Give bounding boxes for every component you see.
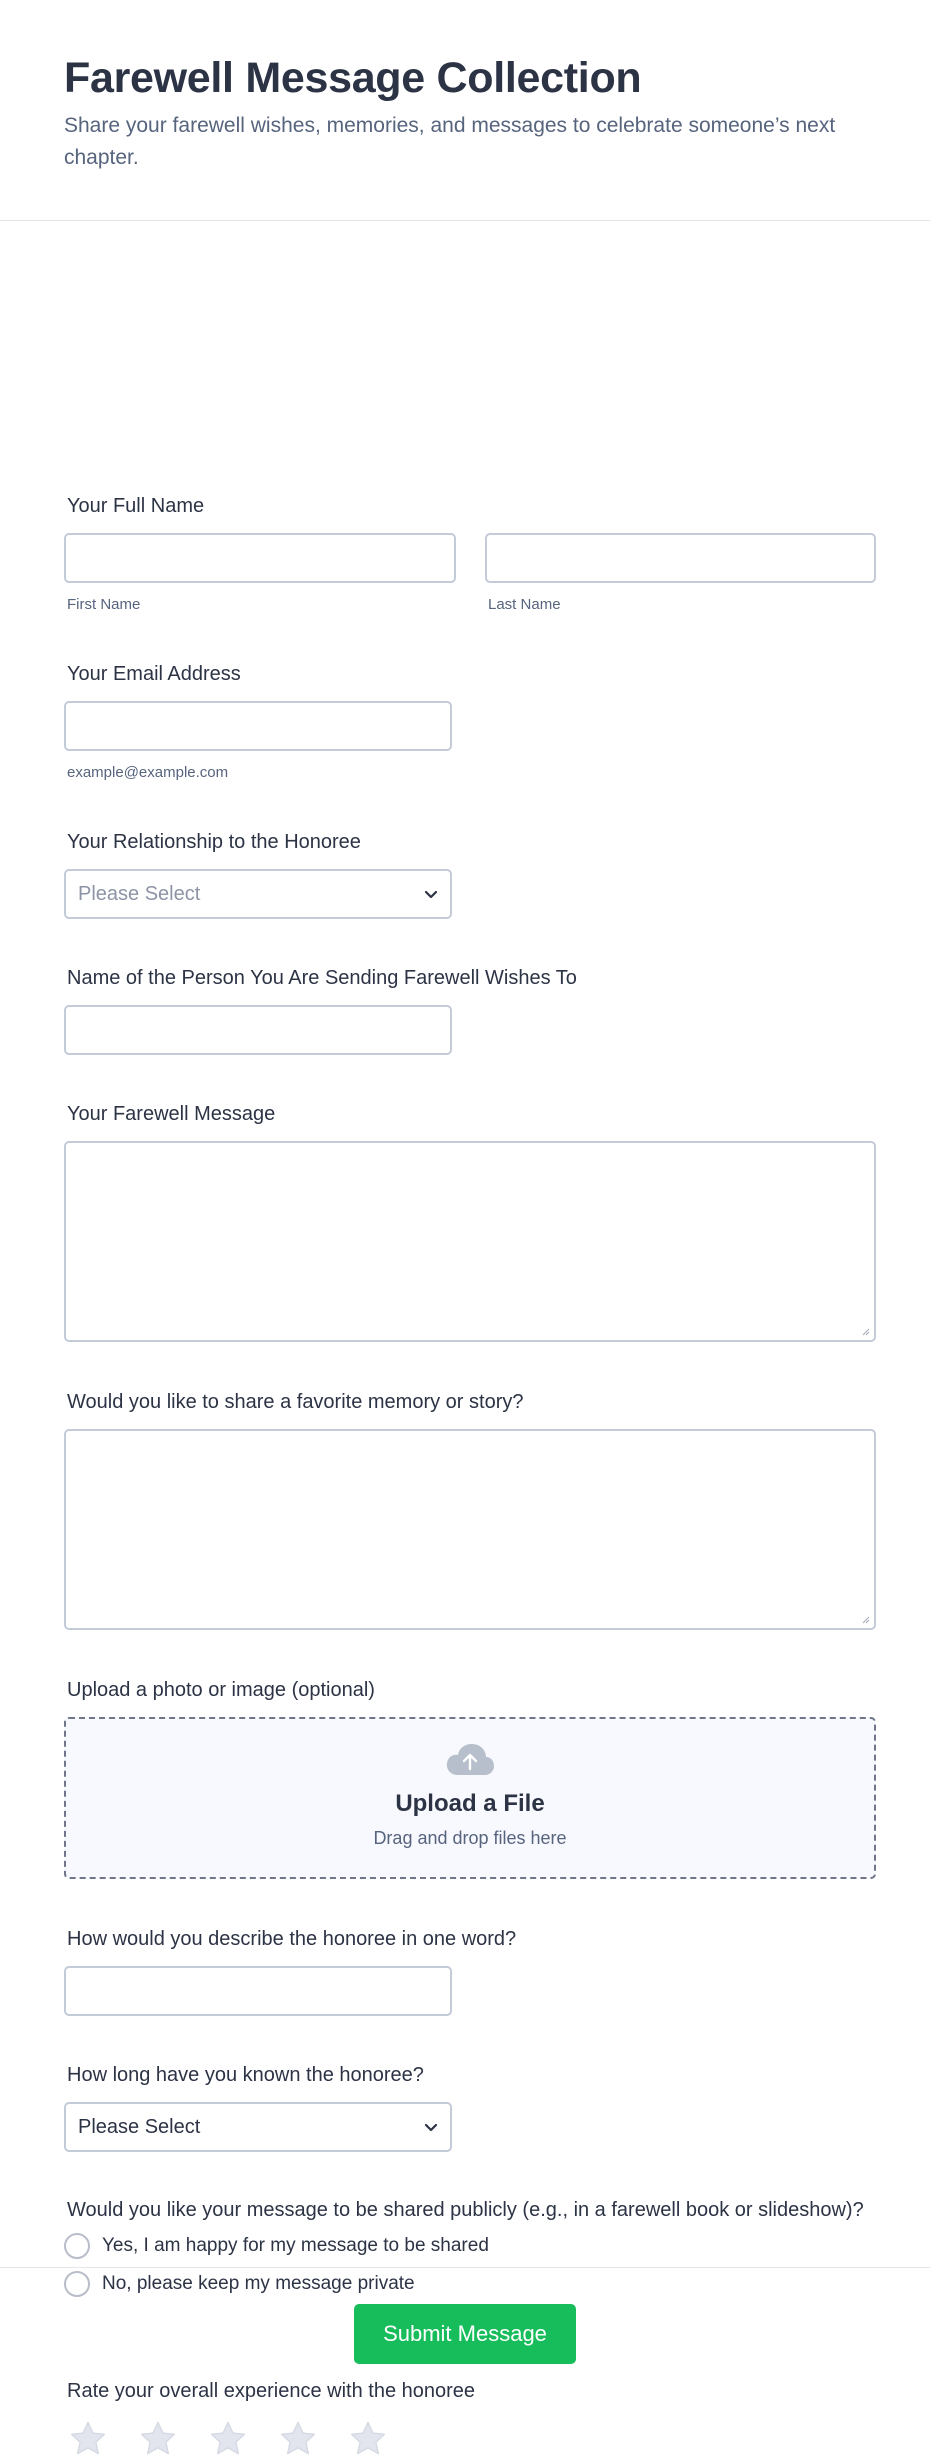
known-duration-selected: Please Select: [78, 2115, 201, 2138]
share-yes-option[interactable]: Yes, I am happy for my message to be sha…: [64, 2233, 864, 2259]
message-textarea[interactable]: [64, 1141, 876, 1342]
known-duration-field: How long have you known the honoree? Ple…: [64, 2062, 452, 2152]
chevron-down-icon: [424, 887, 438, 901]
email-field: Your Email Address example@example.com: [64, 661, 452, 781]
cloud-upload-icon: [445, 1743, 495, 1782]
honoree-name-field: Name of the Person You Are Sending Farew…: [64, 965, 577, 1055]
known-duration-select[interactable]: Please Select: [64, 2102, 452, 2152]
page-subtitle: Share your farewell wishes, memories, an…: [64, 114, 836, 169]
message-label: Your Farewell Message: [67, 1103, 276, 1125]
upload-field: Upload a photo or image (optional) Uploa…: [64, 1677, 876, 1879]
full-name-field: Your Full Name First Name Last Name: [64, 493, 876, 613]
relationship-label: Your Relationship to the Honoree: [67, 831, 361, 853]
resize-grip-icon[interactable]: [860, 1614, 870, 1624]
relationship-selected: Please Select: [78, 882, 201, 905]
email-label: Your Email Address: [67, 663, 241, 685]
one-word-field: How would you describe the honoree in on…: [64, 1926, 516, 2016]
upload-hint: Drag and drop files here: [373, 1828, 567, 1848]
message-field: Your Farewell Message: [64, 1101, 876, 1342]
upload-title: Upload a File: [395, 1790, 545, 1817]
email-sublabel: example@example.com: [67, 764, 229, 781]
share-publicly-label: Would you like your message to be shared…: [67, 2199, 864, 2221]
last-name-sublabel: Last Name: [488, 596, 561, 613]
relationship-select[interactable]: Please Select: [64, 869, 452, 919]
honoree-name-label: Name of the Person You Are Sending Farew…: [67, 967, 577, 989]
chevron-down-icon: [424, 2120, 438, 2134]
upload-label: Upload a photo or image (optional): [67, 1679, 375, 1701]
star-icon[interactable]: [67, 2418, 109, 2460]
full-name-label: Your Full Name: [67, 495, 205, 517]
first-name-sublabel: First Name: [67, 596, 141, 613]
page-title: Farewell Message Collection: [64, 54, 642, 102]
share-yes-label: Yes, I am happy for my message to be sha…: [102, 2235, 489, 2256]
star-icon[interactable]: [137, 2418, 179, 2460]
submit-button[interactable]: Submit Message: [354, 2304, 576, 2364]
last-name-input[interactable]: [485, 533, 876, 583]
star-rating: [64, 2418, 475, 2460]
upload-dropzone[interactable]: Upload a File Drag and drop files here: [64, 1717, 876, 1879]
star-icon[interactable]: [277, 2418, 319, 2460]
one-word-input[interactable]: [64, 1966, 452, 2016]
email-input[interactable]: [64, 701, 452, 751]
first-name-input[interactable]: [64, 533, 456, 583]
star-icon[interactable]: [347, 2418, 389, 2460]
star-icon[interactable]: [207, 2418, 249, 2460]
memory-textarea[interactable]: [64, 1429, 876, 1630]
resize-grip-icon[interactable]: [860, 1326, 870, 1336]
known-duration-label: How long have you known the honoree?: [67, 2064, 424, 2086]
memory-label: Would you like to share a favorite memor…: [67, 1391, 524, 1413]
relationship-field: Your Relationship to the Honoree Please …: [64, 829, 452, 919]
honoree-name-input[interactable]: [64, 1005, 452, 1055]
form-footer: Submit Message: [0, 2267, 930, 2414]
memory-field: Would you like to share a favorite memor…: [64, 1389, 876, 1630]
one-word-label: How would you describe the honoree in on…: [67, 1928, 517, 1950]
share-yes-radio[interactable]: [64, 2233, 90, 2259]
form-header: Farewell Message Collection Share your f…: [0, 0, 930, 221]
